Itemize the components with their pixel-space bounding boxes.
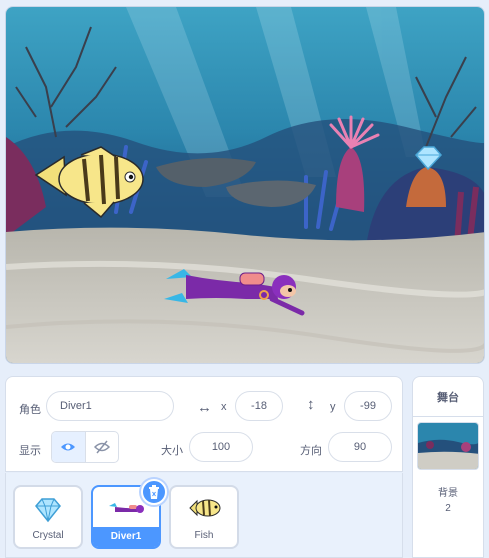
direction-input[interactable]: 90 [328, 432, 392, 462]
backdrops-count: 2 [445, 503, 451, 514]
visibility-toggle [51, 431, 119, 463]
size-value: 100 [211, 441, 231, 453]
diver-icon [109, 503, 144, 513]
show-button[interactable] [52, 432, 86, 462]
direction-value: 90 [353, 441, 367, 453]
sprite-tile-label: Crystal [32, 530, 64, 541]
show-label: 显示 [19, 445, 41, 457]
y-value: -99 [360, 400, 376, 412]
y-input[interactable]: -99 [344, 391, 392, 421]
sprite-tile-label: Fish [194, 530, 214, 541]
stage-canvas[interactable] [5, 6, 485, 364]
underwater-backdrop [6, 7, 484, 363]
x-label: x [221, 401, 227, 413]
hide-button[interactable] [86, 432, 119, 462]
y-label: y [330, 401, 336, 413]
sprite-info-panel: 角色 Diver1 ↔ x -18 ↕ y -99 显示 大小 100 方向 9… [5, 376, 403, 472]
x-value: -18 [251, 400, 267, 412]
delete-sprite-button[interactable] [141, 479, 167, 505]
sprite-name-input[interactable]: Diver1 [46, 391, 174, 421]
sprite-name-value: Diver1 [60, 400, 92, 412]
vertical-arrows-icon: ↕ [307, 396, 315, 413]
x-input[interactable]: -18 [235, 391, 283, 421]
sprite-tile-fish[interactable]: Fish [169, 485, 239, 549]
stage-selector[interactable]: 舞台 背景 2 [412, 376, 484, 558]
eye-icon [61, 443, 76, 451]
sprite-label: 角色 [19, 404, 41, 416]
horizontal-arrows-icon: ↔ [197, 399, 212, 416]
backdrop-thumbnail [417, 422, 479, 470]
crystal-icon [35, 498, 61, 523]
eye-off-icon [93, 440, 110, 454]
size-label: 大小 [161, 445, 183, 457]
underwater-backdrop-thumbnail-icon [418, 423, 478, 469]
backdrops-label: 背景 [438, 488, 458, 499]
sprite-tile-crystal[interactable]: Crystal [13, 485, 83, 549]
trash-icon [149, 485, 159, 499]
direction-label: 方向 [300, 445, 322, 457]
sprite-tile-label: Diver1 [110, 531, 142, 542]
size-input[interactable]: 100 [189, 432, 253, 462]
stage-title: 舞台 [413, 377, 483, 417]
fish-icon [189, 499, 221, 517]
